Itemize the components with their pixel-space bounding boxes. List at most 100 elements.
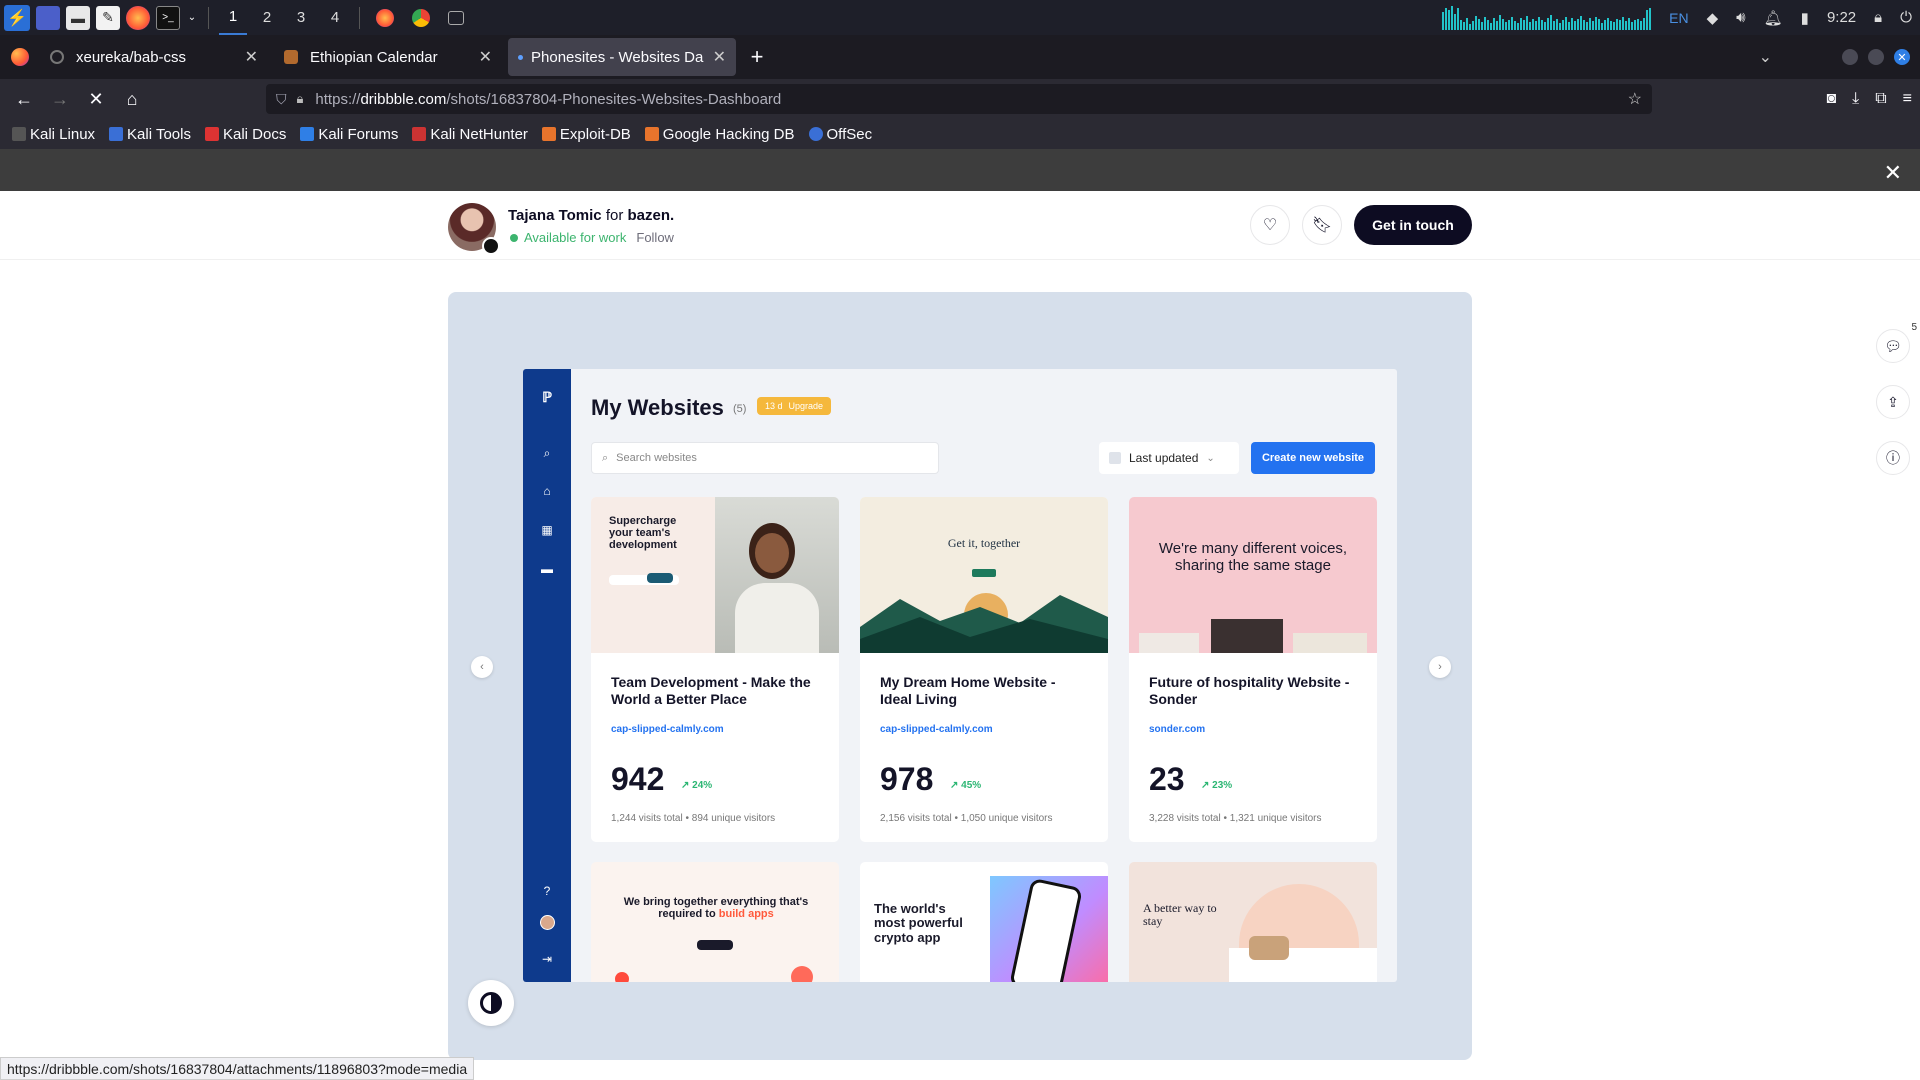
- clock[interactable]: 9:22: [1827, 9, 1856, 26]
- downloads-icon[interactable]: ⤓: [1852, 90, 1859, 108]
- terminal-window-icon[interactable]: [448, 10, 464, 25]
- visualizer-bar: [1583, 19, 1586, 30]
- desktop-icon[interactable]: [36, 5, 60, 30]
- info-button[interactable]: ⓘ: [1876, 441, 1910, 475]
- firefox-launcher-icon[interactable]: [126, 5, 150, 30]
- workspace-1[interactable]: 1: [219, 0, 247, 35]
- shot-media[interactable]: ℙ ⌕ ⌂ ▦ ▬ ? ⇥ My Websites (5) 13 d Upgrad…: [448, 292, 1472, 1060]
- stop-loading-button[interactable]: ✕: [78, 83, 114, 115]
- keyboard-layout[interactable]: EN: [1669, 10, 1688, 26]
- bookmark-kali-forums[interactable]: Kali Forums: [300, 126, 398, 143]
- kali-menu-icon[interactable]: ⚡: [4, 4, 30, 31]
- grid-icon: ▦: [541, 523, 553, 537]
- bookmark-kali-nethunter[interactable]: Kali NetHunter: [412, 126, 528, 143]
- bookmark-icon: 🔖︎: [1311, 217, 1333, 234]
- minimize-button[interactable]: [1842, 49, 1858, 65]
- card-change: ↗ 23%: [1201, 780, 1233, 791]
- bookmark-label: OffSec: [826, 125, 873, 143]
- bookmark-google-hacking-db[interactable]: Google Hacking DB: [644, 126, 795, 143]
- close-window-button[interactable]: ✕: [1894, 49, 1910, 65]
- carousel-next-button[interactable]: ›: [1429, 656, 1451, 678]
- firefox-view-icon[interactable]: [0, 35, 40, 79]
- maximize-button[interactable]: [1868, 49, 1884, 65]
- shot-sidebar-actions: 💬︎ 5 ⇪ ⓘ: [1876, 322, 1917, 475]
- contrast-toggle-button[interactable]: [468, 980, 514, 1026]
- notifications-icon[interactable]: 🔔︎: [1764, 9, 1783, 27]
- workspace-3[interactable]: 3: [287, 0, 315, 35]
- tab-dribbble[interactable]: Phonesites - Websites Da ✕: [508, 38, 736, 76]
- close-icon[interactable]: ✕: [713, 47, 726, 67]
- bookmark-star-icon[interactable]: ☆: [1628, 89, 1642, 109]
- chrome-window-icon[interactable]: [412, 8, 430, 27]
- volume-icon[interactable]: 🔊︎: [1736, 9, 1745, 26]
- visualizer-bar: [1544, 21, 1547, 30]
- author-name[interactable]: Tajana Tomic: [508, 207, 602, 224]
- phonesites-logo: ℙ: [542, 389, 552, 405]
- info-icon: ⓘ: [1886, 450, 1900, 466]
- bookmark-kali-tools[interactable]: Kali Tools: [109, 126, 191, 143]
- visualizer-bar: [1535, 20, 1538, 30]
- list-all-tabs-icon[interactable]: ⌄: [1759, 47, 1772, 67]
- close-icon[interactable]: ✕: [1884, 160, 1902, 186]
- visualizer-bar: [1646, 9, 1649, 30]
- home-button[interactable]: ⌂: [114, 83, 150, 115]
- bookmark-offsec[interactable]: OffSec: [808, 125, 873, 143]
- address-bar[interactable]: ⛉ 🔒︎ https://dribbble.com/shots/16837804…: [266, 84, 1652, 114]
- bookmark-exploit-db[interactable]: Exploit-DB: [541, 126, 631, 143]
- new-tab-button[interactable]: +: [742, 38, 772, 76]
- kali-forums-icon: [300, 127, 315, 141]
- tracking-protection-icon[interactable]: ⛉: [276, 91, 287, 108]
- decor-dot: [791, 966, 813, 982]
- comments-button[interactable]: 💬︎ 5: [1876, 322, 1917, 363]
- tab-github[interactable]: xeureka/bab-css ✕: [40, 38, 268, 76]
- bookmark-kali-linux[interactable]: Kali Linux: [12, 126, 95, 143]
- visualizer-bar: [1469, 23, 1472, 30]
- wifi-icon[interactable]: ◆: [1707, 9, 1719, 27]
- like-button[interactable]: ♡: [1250, 205, 1290, 245]
- chevron-down-icon[interactable]: ⌄: [186, 6, 198, 30]
- card-stats: 3,228 visits total • 1,321 unique visito…: [1149, 813, 1322, 824]
- hero-button: [972, 569, 996, 577]
- close-icon[interactable]: ✕: [479, 47, 492, 67]
- save-button[interactable]: 🔖︎: [1302, 205, 1342, 245]
- visualizer-bar: [1637, 18, 1640, 30]
- back-button[interactable]: ←: [6, 83, 42, 115]
- kali-icon: [12, 127, 26, 141]
- decor-dot: [615, 972, 629, 982]
- team-name[interactable]: bazen.: [628, 207, 675, 224]
- visualizer-bar: [1607, 17, 1610, 30]
- visualizer-bar: [1571, 17, 1574, 30]
- firefox-window-icon[interactable]: [376, 8, 394, 27]
- lock-icon[interactable]: 🔒︎: [1874, 9, 1882, 26]
- workspace-4[interactable]: 4: [321, 0, 349, 35]
- text-editor-icon[interactable]: ✎: [96, 5, 120, 30]
- tab-title: Ethiopian Calendar: [310, 48, 438, 66]
- url-scheme: https://: [315, 90, 361, 108]
- get-in-touch-button[interactable]: Get in touch: [1354, 205, 1472, 245]
- hero-gradient: [990, 876, 1108, 982]
- forward-button[interactable]: →: [42, 83, 78, 115]
- card-title: My Dream Home Website - Ideal Living: [880, 674, 1056, 707]
- search-icon: ⌕: [602, 451, 609, 464]
- follow-link[interactable]: Follow: [636, 230, 674, 245]
- workspace-2[interactable]: 2: [253, 0, 281, 35]
- menu-icon[interactable]: ≡: [1903, 90, 1912, 108]
- share-button[interactable]: ⇪: [1876, 385, 1910, 419]
- dashboard-title: My Websites: [591, 395, 724, 420]
- website-card: We're many different voices, sharing the…: [1129, 497, 1377, 842]
- bookmark-label: Kali NetHunter: [430, 125, 528, 143]
- pocket-icon[interactable]: ◙: [1826, 90, 1836, 108]
- visualizer-bar: [1556, 18, 1559, 30]
- power-icon[interactable]: ⏻: [1900, 9, 1912, 26]
- close-icon[interactable]: ✕: [245, 47, 258, 67]
- carousel-prev-button[interactable]: ‹: [471, 656, 493, 678]
- extensions-icon[interactable]: ⧉: [1875, 90, 1886, 108]
- bookmark-kali-docs[interactable]: Kali Docs: [204, 126, 286, 143]
- lock-icon[interactable]: 🔒︎: [297, 91, 304, 107]
- hero-photo: [715, 497, 839, 653]
- card-thumbnail: Supercharge your team's development: [591, 497, 839, 653]
- terminal-icon[interactable]: >_: [156, 5, 180, 30]
- battery-icon[interactable]: ▮: [1801, 9, 1809, 27]
- file-manager-icon[interactable]: ▬: [66, 5, 90, 30]
- tab-ethiopian-calendar[interactable]: Ethiopian Calendar ✕: [274, 38, 502, 76]
